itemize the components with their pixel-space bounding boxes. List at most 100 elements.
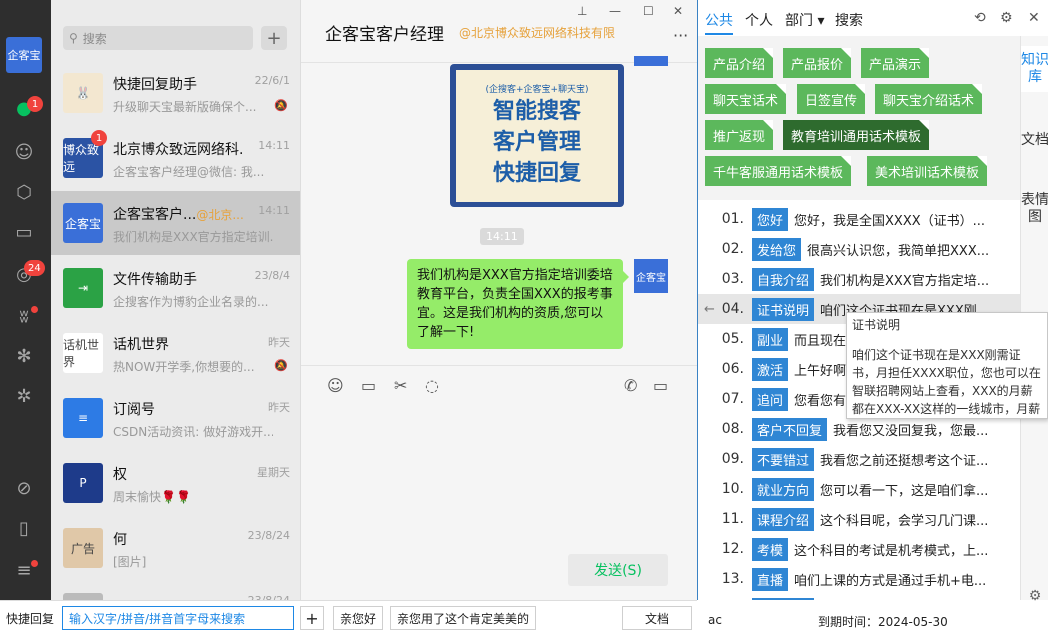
more-icon[interactable]: ··· — [673, 26, 688, 45]
item-tag[interactable]: 您好 — [752, 207, 789, 231]
image-message[interactable]: (企搜客+企客宝+聊天宝) 智能搜客 客户管理 快捷回复 — [450, 64, 624, 207]
link-icon[interactable]: ⊘ — [12, 476, 36, 500]
item-tag[interactable]: 考模 — [752, 537, 789, 561]
category-button[interactable]: 千牛客服通用话术模板 — [705, 156, 852, 186]
script-item[interactable]: 13. 直播 咱们上课的方式是通过手机+电... — [698, 564, 1020, 594]
avatar[interactable]: P — [63, 463, 103, 503]
side-tab-knowledge[interactable]: 知识库 — [1021, 46, 1048, 92]
side-tab-docs[interactable]: 文档 — [1021, 126, 1048, 155]
item-number: 02. — [721, 241, 744, 257]
quick-reply-label[interactable]: 快捷回复 — [0, 606, 61, 630]
category-button[interactable]: 日签宣传 — [797, 84, 866, 114]
refresh-icon[interactable]: ⟲ — [974, 10, 986, 26]
avatar[interactable]: 企客宝 — [634, 259, 668, 293]
side-tab-emoji[interactable]: 表情图 — [1021, 186, 1048, 232]
item-tag[interactable]: 证书说明 — [752, 297, 815, 321]
chat-bubble-icon[interactable]: ◌ — [425, 376, 439, 395]
item-tag[interactable]: 副业 — [752, 327, 789, 351]
category-button[interactable]: 聊天宝话术 — [705, 84, 787, 114]
bottom-bar: 快捷回复 输入汉字/拼音/拼音首字母来搜索 + 亲您好 亲您用了这个肯定美美的 … — [0, 600, 697, 636]
tab-personal[interactable]: 个人 — [745, 10, 773, 30]
minimize-icon[interactable]: — — [609, 4, 621, 18]
category-area: 产品介绍 产品报价 产品演示聊天宝话术 日签宣传 聊天宝介绍话术推广返现 教育培训通用话术… — [698, 36, 1020, 200]
script-item[interactable]: 03. 自我介绍 我们机构是XXX官方指定培... — [698, 264, 1020, 294]
sparkle-icon[interactable]: ✲ — [12, 384, 36, 408]
add-button[interactable]: + — [261, 26, 287, 50]
category-button[interactable]: 教育培训通用话术模板 — [783, 120, 930, 150]
item-tag[interactable]: 激活 — [752, 357, 789, 381]
avatar[interactable]: 广告 — [63, 528, 103, 568]
conversation-item[interactable]: 广告何 23/8/24 [图片] — [51, 516, 300, 580]
category-button[interactable]: 产品报价 — [783, 48, 852, 78]
phone-call-icon[interactable]: ✆ — [624, 376, 637, 395]
avatar[interactable]: 企客宝 — [63, 203, 103, 243]
poster-small-text: (企搜客+企客宝+聊天宝) — [485, 84, 589, 95]
script-item[interactable]: 11. 课程介绍 这个科目呢，会学习几门课... — [698, 504, 1020, 534]
send-button[interactable]: 发送(S) — [568, 554, 668, 586]
item-tag[interactable]: 自我介绍 — [752, 267, 815, 291]
script-item[interactable]: 02. 发给您 很高兴认识您，我简单把XXX... — [698, 234, 1020, 264]
conversation-item[interactable]: ≡ 订阅号 昨天 CSDN活动资讯: 做好游戏开... — [51, 386, 300, 450]
conversation-item[interactable]: ⇥ 文件传输助手 23/8/4 企搜客作为博豹企业名录的... — [51, 256, 300, 320]
pin-icon[interactable]: ⊥ — [577, 4, 587, 18]
avatar[interactable]: 话机世界 — [63, 333, 103, 373]
item-tag[interactable]: 就业方向 — [752, 477, 815, 501]
quick-search-input[interactable]: 输入汉字/拼音/拼音首字母来搜索 — [62, 606, 294, 630]
item-tag[interactable]: 客户不回复 — [752, 417, 828, 441]
box-icon[interactable]: ⬡ — [12, 180, 36, 204]
timestamp: 14:11 — [480, 228, 524, 245]
message-bubble[interactable]: 我们机构是XXX官方指定培训委培教育平台，负责全国XXX的报考事宜。这是我们机构… — [407, 259, 629, 349]
tab-department[interactable]: 部门 ▾ — [785, 10, 824, 30]
item-tag[interactable]: 课程介绍 — [752, 507, 815, 531]
avatar[interactable]: 🐰 — [63, 73, 103, 113]
category-button[interactable]: 产品演示 — [861, 48, 930, 78]
item-text: 您可以看一下，这是咱们拿... — [820, 483, 989, 499]
add-quick-button[interactable]: + — [300, 606, 324, 630]
avatar[interactable]: ≡ — [63, 398, 103, 438]
tab-search[interactable]: 搜索 — [835, 10, 863, 30]
quick-chip-2[interactable]: 亲您用了这个肯定美美的 — [390, 606, 537, 630]
item-tag[interactable]: 不要错过 — [752, 447, 815, 471]
tooltip-body: 咱们这个证书现在是XXX刚需证书，月担任XXXX职位，您也可以在智联招聘网站上查… — [852, 348, 1041, 416]
category-button[interactable]: 推广返现 — [705, 120, 774, 150]
conversation-item[interactable]: 博众致远 北京博众致远网络科... 14:11 企客宝客户经理@微信: 我... 1 — [51, 126, 300, 190]
script-item[interactable]: 12. 考模 这个科目的考试是机考模式，上... — [698, 534, 1020, 564]
phone-icon[interactable]: ▯ — [12, 516, 36, 540]
scissors-icon[interactable]: ✂ — [394, 376, 407, 395]
folder-icon[interactable]: ▭ — [361, 376, 376, 395]
item-number: 01. — [721, 211, 744, 227]
hexagon-settings-icon[interactable]: ✻ — [12, 344, 36, 368]
conversation-item[interactable]: P 权 星期天 周末愉快🌹🌹 — [51, 451, 300, 515]
mute-icon: 🔕 — [274, 359, 288, 372]
avatar[interactable] — [63, 593, 103, 600]
close-icon[interactable]: ✕ — [673, 4, 683, 18]
script-item[interactable]: 09. 不要错过 我看您之前还挺想考这个证... — [698, 444, 1020, 474]
contacts-icon[interactable]: ☺ — [12, 140, 36, 164]
conversation-item[interactable]: 话机世界 话机世界 昨天 热NOW开学季,你想要的... 🔕 — [51, 321, 300, 385]
doc-button[interactable]: 文档 — [622, 606, 692, 630]
item-tag[interactable]: 发给您 — [752, 237, 802, 261]
emoji-icon[interactable]: ☺ — [327, 376, 344, 395]
maximize-icon[interactable]: ☐ — [643, 4, 654, 18]
conversation-item[interactable]: 🐰 快捷回复助手 22/6/1 升级聊天宝最新版确保个... 🔕 — [51, 61, 300, 125]
script-item[interactable]: 01. 您好 您好，我是全国XXXX（证书）... — [698, 204, 1020, 234]
script-item[interactable]: 10. 就业方向 您可以看一下，这是咱们拿... — [698, 474, 1020, 504]
category-button[interactable]: 产品介绍 — [705, 48, 774, 78]
settings-icon[interactable]: ⚙ — [1000, 10, 1013, 26]
conversation-item[interactable]: 企客宝 企客宝客户...@北京... 14:11 我们机构是XXX官方指定培训... — [51, 191, 300, 255]
folder-icon[interactable]: ▭ — [12, 220, 36, 244]
close-panel-icon[interactable]: ✕ — [1028, 10, 1040, 26]
quick-chip-1[interactable]: 亲您好 — [333, 606, 384, 630]
video-call-icon[interactable]: ▭ — [653, 376, 668, 395]
app-logo[interactable]: 企客宝 — [6, 37, 42, 73]
notify-dot — [31, 306, 38, 313]
item-tag[interactable]: 直播 — [752, 567, 789, 591]
conversation-item[interactable]: 23/8/24 — [51, 581, 300, 600]
avatar[interactable]: ⇥ — [63, 268, 103, 308]
category-button[interactable]: 聊天宝介绍话术 — [875, 84, 983, 114]
item-tag[interactable]: 追问 — [752, 387, 789, 411]
category-button[interactable]: 美术培训话术模板 — [867, 156, 988, 186]
tab-public[interactable]: 公共 — [705, 10, 733, 35]
search-input[interactable]: ⚲ 搜索 — [63, 26, 253, 50]
item-number: 06. — [721, 361, 744, 377]
